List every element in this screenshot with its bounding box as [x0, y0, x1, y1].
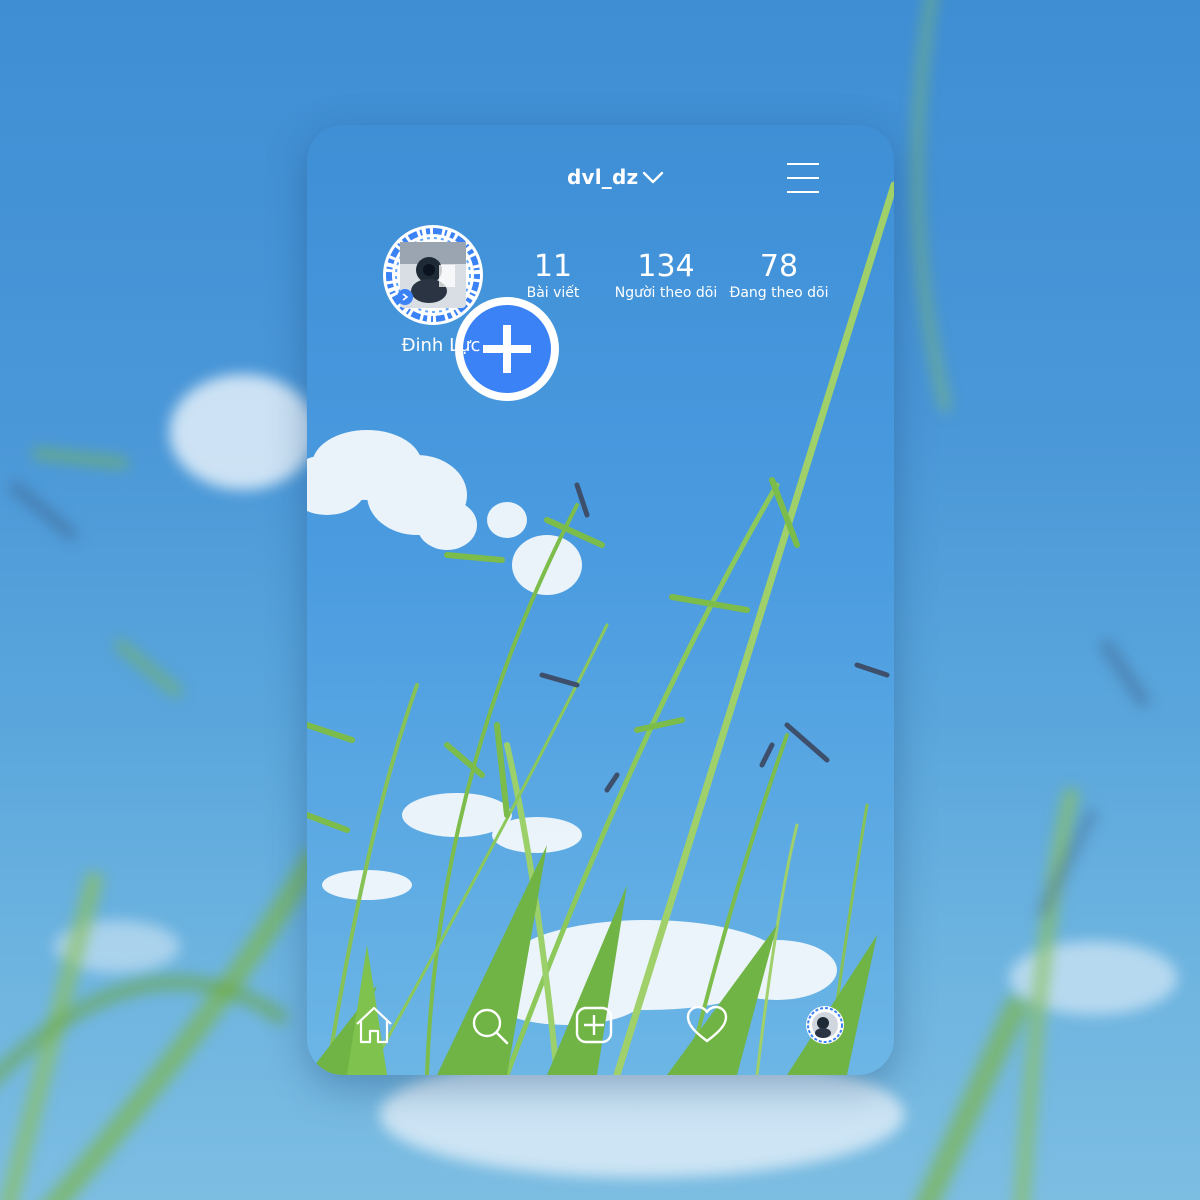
top-bar: dvl_dz	[307, 163, 894, 193]
stat-followers-count: 134	[637, 249, 695, 284]
stat-posts-label: Bài viết	[526, 285, 580, 301]
username[interactable]: dvl_dz	[567, 165, 638, 189]
stat-followers[interactable]: 134 Người theo dõi	[607, 249, 725, 302]
hamburger-icon[interactable]	[785, 161, 821, 195]
bottom-nav	[307, 1003, 894, 1047]
profile-screen: dvl_dz Đinh Lực 11 Bài viết 134 Người th…	[307, 125, 894, 1075]
stat-posts[interactable]: 11 Bài viết	[517, 249, 589, 302]
stat-following[interactable]: 78 Đang theo dõi	[727, 249, 831, 302]
stat-followers-label: Người theo dõi	[614, 285, 718, 301]
heart-icon	[686, 1005, 728, 1043]
new-post-button[interactable]	[572, 1003, 616, 1047]
search-button[interactable]	[467, 1003, 511, 1047]
activity-button[interactable]	[685, 1003, 729, 1047]
home-button[interactable]	[352, 1003, 396, 1047]
display-name: Đinh Lực	[401, 335, 481, 356]
stat-following-label: Đang theo dõi	[729, 285, 829, 301]
home-icon	[356, 1006, 392, 1044]
stat-posts-count: 11	[533, 249, 573, 284]
profile-avatar[interactable]	[381, 223, 559, 401]
profile-avatar-icon	[806, 1006, 844, 1044]
search-icon	[472, 1008, 509, 1045]
add-post-icon	[575, 1006, 613, 1044]
profile-tab-button[interactable]	[803, 1003, 847, 1047]
stat-following-count: 78	[759, 249, 799, 284]
chevron-down-icon[interactable]	[641, 167, 665, 187]
